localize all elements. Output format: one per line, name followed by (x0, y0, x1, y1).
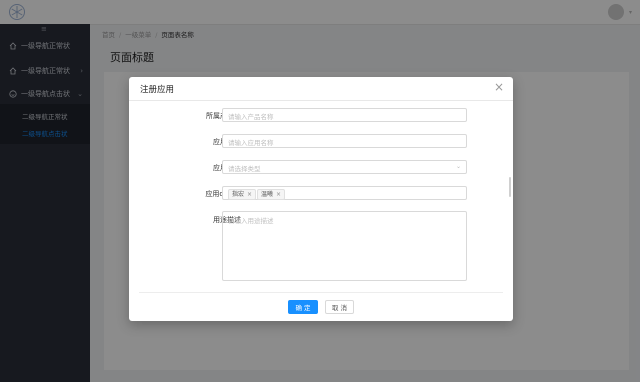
description-textarea[interactable]: 请输入用途描述 (222, 211, 467, 281)
placeholder-text: 请输入用途描述 (228, 217, 274, 225)
divider (139, 292, 503, 293)
tag-label: 指宏 (232, 191, 245, 198)
cancel-button[interactable]: 取 消 (325, 300, 354, 314)
app-type-select[interactable]: 请选择类型 ⌄ (222, 160, 467, 174)
placeholder-text: 请输入产品名称 (228, 113, 274, 121)
close-icon[interactable]: × (247, 191, 252, 198)
scrollbar[interactable] (509, 177, 511, 197)
owner-tag: 温曦 × (257, 189, 286, 200)
product-line-input[interactable]: 请输入产品名称 (222, 108, 467, 122)
register-app-modal: 注册应用 × 所属产品线 请输入产品名称 应用名称 请输入应用名称 应用类型 请… (129, 77, 513, 321)
close-icon[interactable]: × (276, 191, 281, 198)
owner-tag: 指宏 × (228, 189, 257, 200)
divider (129, 100, 513, 101)
placeholder-text: 请输入应用名称 (228, 139, 274, 147)
chevron-down-icon: ⌄ (455, 163, 461, 170)
app-owner-select[interactable]: 指宏 × 温曦 × (222, 186, 467, 200)
placeholder-text: 请选择类型 (228, 165, 261, 173)
app-name-input[interactable]: 请输入应用名称 (222, 134, 467, 148)
tag-label: 温曦 (261, 191, 274, 198)
modal-title: 注册应用 (140, 85, 175, 95)
close-icon[interactable]: × (494, 81, 504, 93)
ok-button[interactable]: 确 定 (288, 300, 318, 314)
